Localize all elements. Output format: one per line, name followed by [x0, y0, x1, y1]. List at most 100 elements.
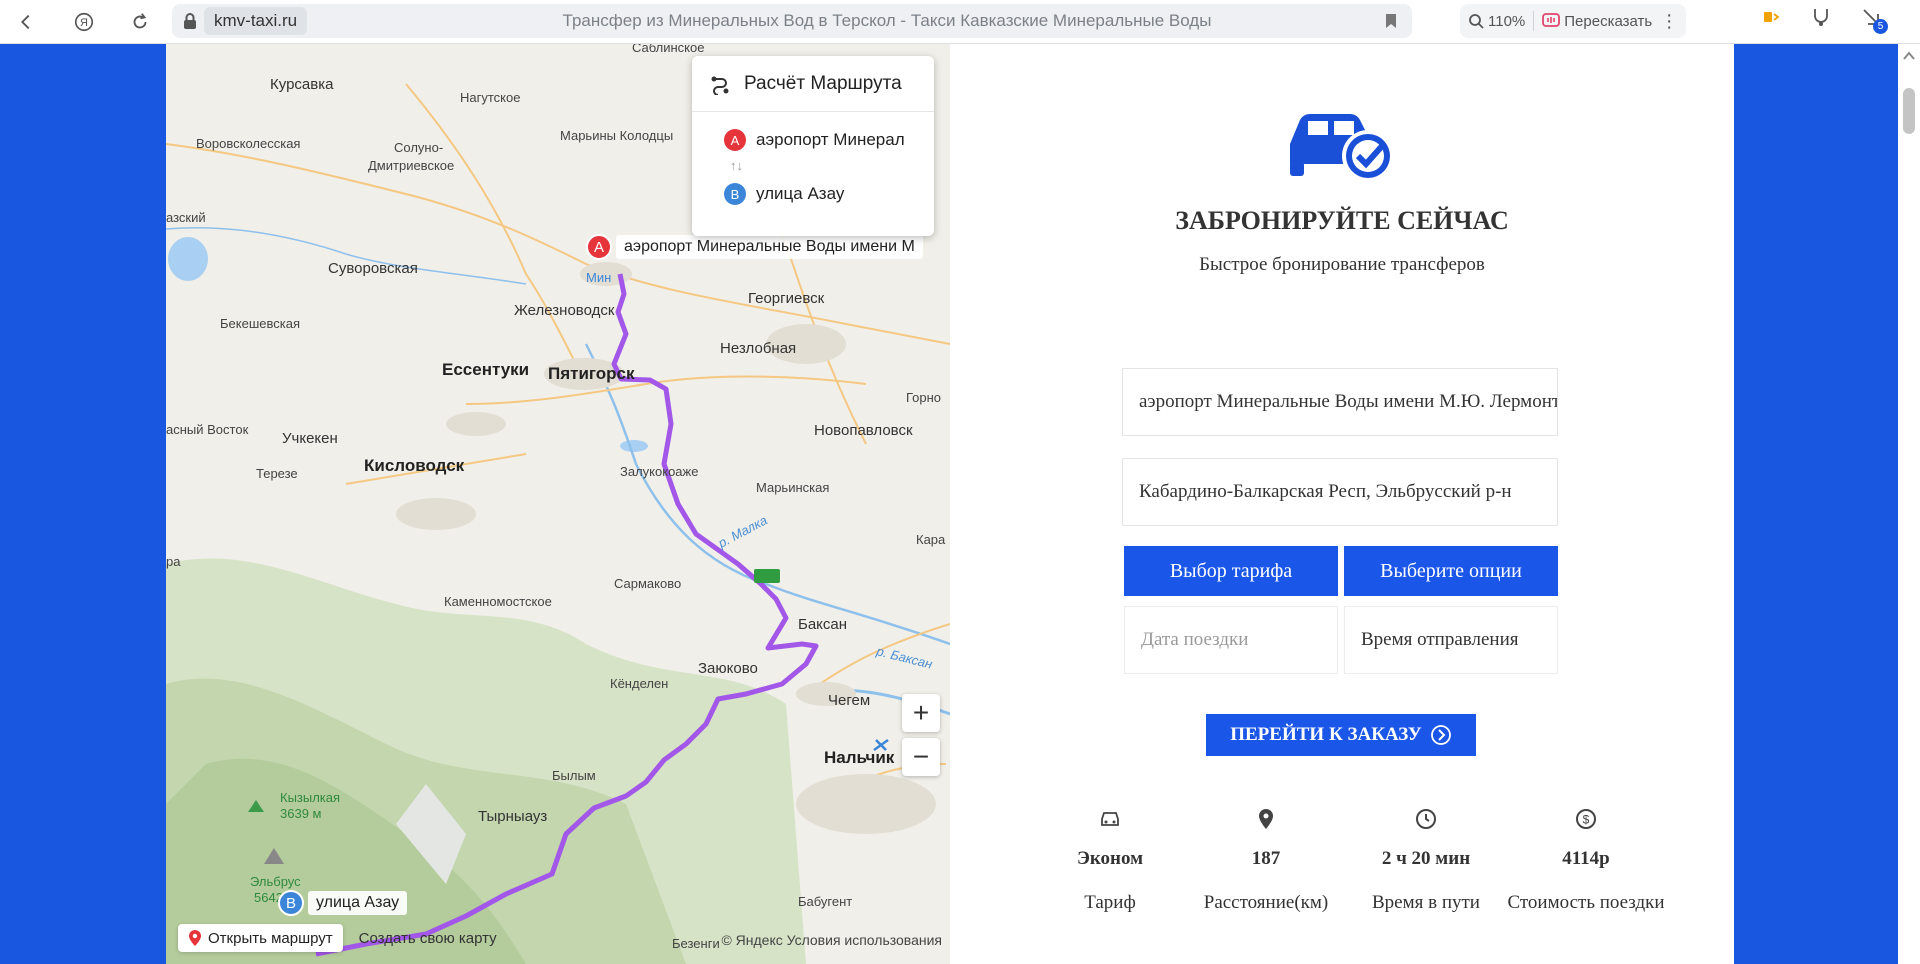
stat-duration-label: Время в пути [1372, 892, 1480, 913]
map-label-byllym: Былым [552, 768, 596, 783]
go-to-order-button[interactable]: ПЕРЕЙТИ К ЗАКАЗУ [1206, 714, 1476, 756]
marker-b-letter: B [278, 890, 304, 916]
route-point-a[interactable]: A аэропорт Минерал [692, 122, 934, 158]
map-label-soluno-2: Дмитриевское [368, 158, 455, 173]
map-label-novopavlovsk: Новопавловск [814, 422, 913, 439]
more-menu-icon[interactable]: ⋮ [1660, 11, 1678, 32]
map-label-nagutskoe: Нагутское [460, 90, 521, 105]
from-field[interactable]: аэропорт Минеральные Воды имени М.Ю. Лер… [1122, 368, 1558, 436]
map-label-kazsky: азский [166, 210, 206, 225]
map-label-suvorovskaya: Суворовская [328, 260, 418, 277]
map-label-kyzylkaya: Кызылкая [280, 790, 341, 805]
map-label-maryiny: Марьины Колодцы [560, 128, 674, 143]
create-map-link[interactable]: Создать свою карту [359, 930, 497, 947]
map-label-sablinskoe: Саблинское [632, 44, 705, 55]
svg-text:Я: Я [80, 17, 88, 29]
zoom-icon [1469, 14, 1484, 29]
stat-price-value: 4114р [1562, 848, 1610, 869]
marker-point-a[interactable]: A аэропорт Минеральные Воды имени М [586, 234, 923, 260]
map-label-essentuki: Ессентуки [442, 360, 530, 379]
page-scrollbar[interactable] [1898, 44, 1920, 964]
date-input[interactable]: Дата поездки [1124, 606, 1338, 674]
route-card-header: Расчёт Маршрута [692, 56, 934, 112]
map-label-georgievsk: Георгиевск [748, 290, 825, 307]
dollar-icon: $ [1496, 804, 1676, 834]
options-select-button[interactable]: Выберите опции [1344, 546, 1558, 596]
map-label-zalukokoazhe: Залукокоаже [620, 464, 699, 479]
route-map[interactable]: Курсавка Нагутское Саблинское Воровсколе… [166, 44, 950, 964]
order-button-label: ПЕРЕЙТИ К ЗАКАЗУ [1230, 724, 1422, 745]
open-route-button[interactable]: Открыть маршрут [178, 924, 343, 952]
map-bottom-bar: Открыть маршрут Создать свою карту [178, 924, 497, 952]
route-a-name: аэропорт Минерал [756, 130, 905, 149]
zoom-in-button[interactable]: + [902, 694, 940, 732]
route-b-letter: B [724, 183, 746, 205]
car-check-icon [1284, 106, 1398, 187]
marker-b-label: улица Азау [308, 891, 408, 915]
time-input[interactable]: Время отправления [1344, 606, 1558, 674]
tools-icon[interactable] [1810, 6, 1832, 28]
map-label-ra: ра [166, 554, 181, 569]
downloads-icon[interactable]: 5 [1860, 6, 1888, 34]
map-label-kursavka: Курсавка [270, 76, 334, 93]
extension-icon[interactable] [1760, 6, 1782, 28]
page-content: Курсавка Нагутское Саблинское Воровсколе… [166, 44, 1734, 964]
route-b-name: улица Азау [756, 184, 845, 203]
marker-point-b[interactable]: B улица Азау [278, 890, 408, 916]
map-label-soluno: Солуно- [394, 140, 444, 155]
translate-button[interactable]: Пересказать [1542, 13, 1652, 30]
scroll-thumb[interactable] [1903, 88, 1915, 134]
route-card-title: Расчёт Маршрута [744, 72, 902, 94]
map-label-tereze: Терезе [256, 466, 298, 481]
scroll-up-icon[interactable] [1903, 50, 1915, 62]
map-label-baksan: Баксан [798, 616, 848, 633]
map-label-uchkeken: Учкекен [282, 430, 338, 447]
stat-duration: 2 ч 20 мин Время в пути [1336, 804, 1516, 914]
map-label-zayukovo: Заюково [698, 660, 758, 677]
browser-toolbar: Я kmv-taxi.ru Трансфер из Минеральных Во… [0, 0, 1920, 44]
clock-icon [1336, 804, 1516, 834]
map-label-zheleznovodsk: Железноводск [514, 302, 615, 319]
zoom-out-button[interactable]: − [902, 738, 940, 776]
booking-title: ЗАБРОНИРУЙТЕ СЕЙЧАС [1175, 206, 1509, 235]
address-bar[interactable]: kmv-taxi.ru Трансфер из Минеральных Вод … [172, 4, 1412, 38]
map-label-krasny: асный Восток [166, 422, 249, 437]
domain-label[interactable]: kmv-taxi.ru [204, 7, 308, 35]
map-label-chegem: Чегем [828, 692, 871, 709]
booking-panel: ЗАБРОНИРУЙТЕ СЕЙЧАС Быстрое бронирование… [950, 44, 1734, 964]
stat-price-label: Стоимость поездки [1507, 892, 1665, 913]
stat-distance-value: 187 [1251, 848, 1281, 869]
map-label-min: Мин [586, 270, 612, 285]
yandex-icon[interactable]: Я [64, 2, 104, 42]
tariff-select-button[interactable]: Выбор тарифа [1124, 546, 1338, 596]
to-field[interactable]: Кабардино-Балкарская Респ, Эльбрусский р… [1122, 458, 1558, 526]
car-icon [1020, 804, 1200, 834]
page-title: Трансфер из Минеральных Вод в Терскол - … [562, 11, 1212, 30]
map-label-pyatigorsk: Пятигорск [548, 364, 635, 383]
translate-label: Пересказать [1564, 12, 1653, 30]
stat-tariff: Эконом Тариф [1020, 804, 1200, 914]
retell-icon [1542, 13, 1561, 27]
route-calc-card: Расчёт Маршрута A аэропорт Минерал ↑↓ B … [692, 56, 934, 236]
route-icon [711, 76, 729, 95]
map-label-kendelen: Кёнделен [610, 676, 669, 691]
back-icon[interactable] [6, 2, 46, 42]
stat-tariff-label: Тариф [1084, 892, 1136, 913]
stat-distance: 187 Расстояние(км) [1176, 804, 1356, 914]
map-label-bezengi: Безенги [672, 936, 720, 951]
stat-tariff-value: Эконом [1076, 848, 1144, 869]
booking-subtitle: Быстрое бронирование трансферов [1199, 254, 1485, 275]
open-route-label: Открыть маршрут [208, 929, 333, 947]
map-label-kara: Кара [916, 532, 946, 547]
stat-price: $ 4114р Стоимость поездки [1496, 804, 1676, 914]
map-copyright[interactable]: © Яндекс Условия использования [721, 932, 942, 948]
swap-icon[interactable]: ↑↓ [692, 158, 934, 176]
route-point-b[interactable]: B улица Азау [692, 176, 934, 212]
map-label-bekeshevskaya: Бекешевская [220, 316, 300, 331]
route-a-letter: A [724, 129, 746, 151]
map-label-kislovodsk: Кисловодск [364, 456, 465, 475]
map-label-kyzylkaya-height: 3639 м [280, 806, 322, 821]
bookmark-icon[interactable] [1382, 12, 1400, 30]
reload-icon[interactable] [120, 2, 160, 42]
zoom-indicator[interactable]: 110% [1468, 13, 1525, 30]
